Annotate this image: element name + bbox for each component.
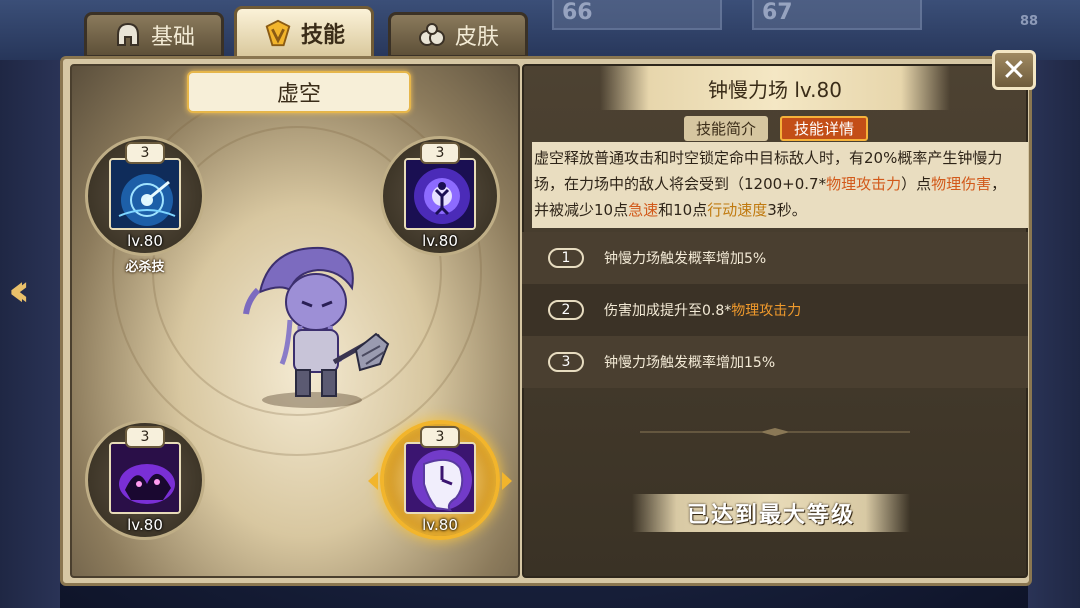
description-text: 和10点: [658, 201, 708, 219]
description-highlight: 物理攻击力: [826, 175, 902, 193]
upgrade-index: 2: [548, 300, 584, 320]
upgrade-highlight: 物理攻击力: [731, 303, 802, 319]
spiral-figure-icon: [404, 158, 476, 230]
description-text: 3秒。: [767, 201, 807, 219]
description-highlight: 物理伤害: [931, 175, 992, 193]
tab-skins-label: 皮肤: [454, 25, 499, 50]
clothes-icon: [417, 20, 447, 50]
background-left-edge: [0, 60, 60, 608]
description-highlight: 行动速度: [707, 201, 768, 219]
upgrade-index: 1: [548, 248, 584, 268]
skill-level: lv.80: [127, 232, 163, 250]
skill-count-badge: 3: [125, 142, 165, 164]
tab-skins[interactable]: 皮肤: [388, 12, 528, 58]
helmet-icon: [113, 20, 143, 50]
tab-skills-label: 技能: [300, 23, 345, 48]
upgrade-list: 1 钟慢力场触发概率增加5% 2 伤害加成提升至0.8* 物理攻击力 3 钟慢力场…: [522, 232, 1028, 388]
melting-clock-icon: [404, 442, 476, 514]
background-badge: 88: [1020, 14, 1039, 29]
subtab-skill-details[interactable]: 技能详情: [780, 116, 868, 141]
back-arrow-icon[interactable]: ‹‹: [8, 265, 31, 316]
subtab-skill-intro[interactable]: 技能简介: [684, 116, 768, 141]
skill-level: lv.80: [422, 516, 458, 534]
close-button[interactable]: ✕: [992, 50, 1036, 90]
upgrade-text: 伤害加成提升至0.8*: [604, 303, 732, 319]
ornament-divider: [640, 428, 910, 436]
shadow-beast-icon: [109, 442, 181, 514]
description-text: ）点: [901, 175, 932, 193]
close-icon: ✕: [1001, 52, 1027, 88]
selection-arrow-right-icon: [502, 472, 512, 490]
max-level-banner: 已达到最大等级: [632, 494, 910, 532]
upgrade-row: 2 伤害加成提升至0.8* 物理攻击力: [522, 284, 1028, 336]
upgrade-text: 钟慢力场触发概率增加5%: [604, 251, 767, 267]
skill-crest-icon: [263, 18, 293, 48]
hero-name-plate: 虚空: [187, 71, 411, 113]
background-right-edge: [1028, 60, 1080, 608]
description-highlight: 急速: [628, 201, 659, 219]
tab-basic-label: 基础: [150, 25, 195, 50]
skill-count-badge: 3: [420, 142, 460, 164]
upgrade-row: 1 钟慢力场触发概率增加5%: [522, 232, 1028, 284]
upgrade-index: 3: [548, 352, 584, 372]
tab-skills[interactable]: 技能: [234, 6, 374, 60]
radar-vortex-icon: [109, 158, 181, 230]
skill-count-badge: 3: [420, 426, 460, 448]
hero-character-portrait: [230, 240, 400, 410]
selection-arrow-left-icon: [368, 472, 378, 490]
background-card-number: 66: [562, 0, 593, 25]
tab-basic[interactable]: 基础: [84, 12, 224, 58]
skill-title: 钟慢力场 lv.80: [707, 77, 842, 102]
ultimate-tag: 必杀技: [125, 260, 165, 275]
upgrade-row: 3 钟慢力场触发概率增加15%: [522, 336, 1028, 388]
skill-title-banner: 钟慢力场 lv.80: [600, 66, 950, 110]
skill-count-badge: 3: [125, 426, 165, 448]
background-card-number: 67: [762, 0, 793, 25]
upgrade-text: 钟慢力场触发概率增加15%: [604, 355, 776, 371]
skill-description: 虚空释放普通攻击和时空锁定命中目标敌人时，有20%概率产生钟慢力场，在力场中的敌…: [532, 142, 1028, 228]
skill-level: lv.80: [127, 516, 163, 534]
